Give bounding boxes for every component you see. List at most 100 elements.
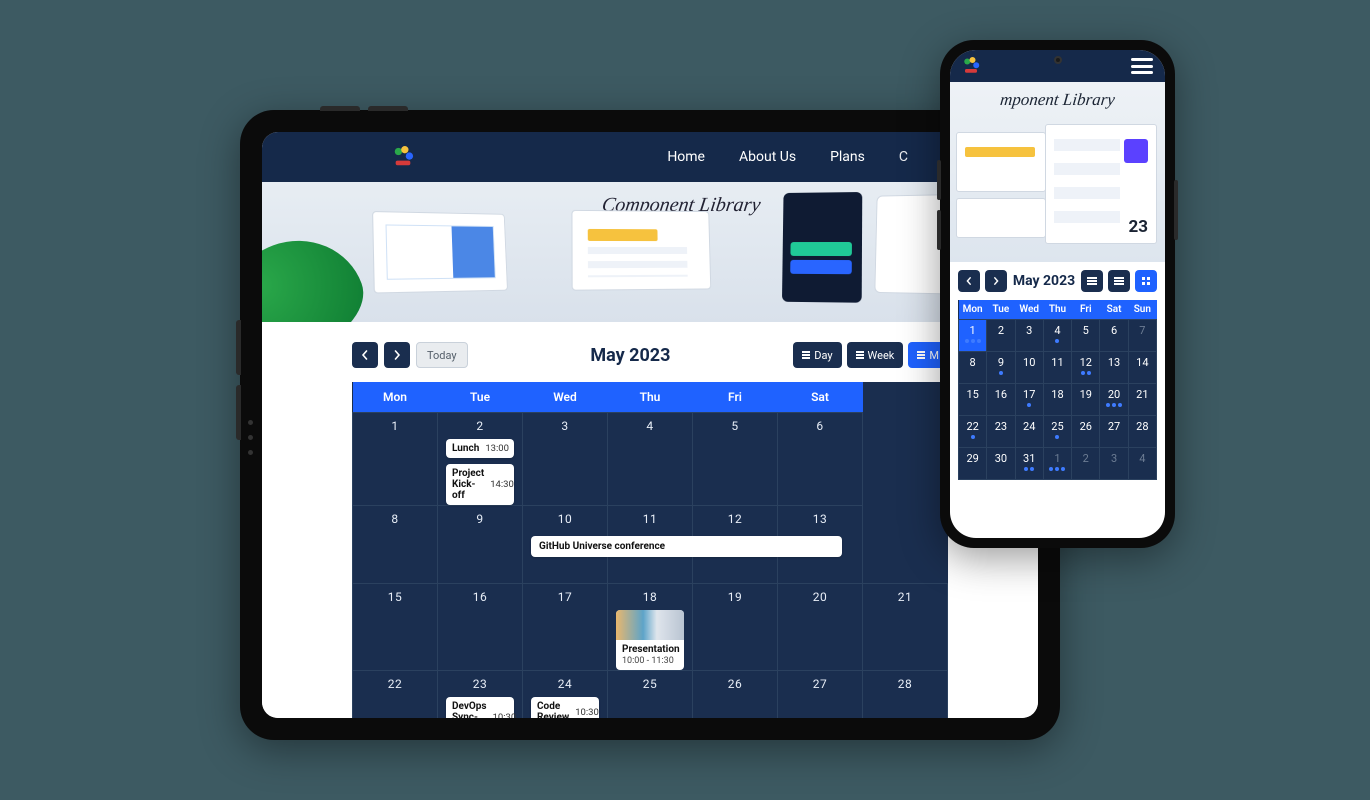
event-devops[interactable]: DevOps Sync-Up10:30 (446, 697, 514, 718)
mini-day-cell[interactable]: 20 (1100, 384, 1128, 416)
mini-day-cell[interactable]: 29 (959, 448, 987, 480)
mini-day-cell[interactable]: 15 (959, 384, 987, 416)
day-cell[interactable]: 17 (523, 584, 608, 671)
day-cell[interactable]: 28 (863, 671, 948, 719)
mini-day-cell[interactable]: 13 (1100, 352, 1128, 384)
day-cell[interactable]: 18 Presentation10:00 - 11:30 (608, 584, 693, 671)
mini-day-cell[interactable]: 9 (987, 352, 1015, 384)
event-thumbnail (616, 610, 684, 640)
event-lunch[interactable]: Lunch13:00 (446, 439, 514, 458)
nav-cutoff[interactable]: C (899, 149, 908, 165)
prev-month-button[interactable] (958, 270, 980, 292)
mini-day-cell[interactable]: 24 (1015, 416, 1043, 448)
mini-day-cell[interactable]: 21 (1128, 384, 1156, 416)
day-cell[interactable]: 9 (438, 506, 523, 584)
event-dots (1016, 467, 1043, 473)
mini-day-cell[interactable]: 25 (1043, 416, 1071, 448)
event-dots (1044, 467, 1071, 473)
view-switcher: Day Week M (793, 342, 948, 368)
next-month-button[interactable] (985, 270, 1007, 292)
mini-day-cell[interactable]: 3 (1015, 320, 1043, 352)
view-list-button[interactable] (1081, 270, 1103, 292)
day-cell[interactable]: 6 (778, 413, 863, 506)
view-agenda-button[interactable] (1108, 270, 1130, 292)
mobile-hero: mponent Library 23 (950, 82, 1165, 262)
nav-home[interactable]: Home (667, 149, 705, 165)
mini-day-cell[interactable]: 18 (1043, 384, 1071, 416)
day-cell[interactable]: 23 DevOps Sync-Up10:30 (438, 671, 523, 719)
mini-day-cell[interactable]: 1 (1043, 448, 1071, 480)
mini-day-cell[interactable]: 27 (1100, 416, 1128, 448)
day-cell[interactable]: 24 Code Review10:30 Usability Testing16:… (523, 671, 608, 719)
mini-day-cell[interactable]: 2 (987, 320, 1015, 352)
brand-logo (392, 146, 414, 168)
mini-day-cell[interactable]: 28 (1128, 416, 1156, 448)
day-cell[interactable]: 1 (353, 413, 438, 506)
phone-camera-dot (1054, 56, 1062, 64)
day-cell[interactable]: 27 (778, 671, 863, 719)
day-cell[interactable]: 10 GitHub Universe conference (523, 506, 608, 584)
day-cell[interactable]: 16 (438, 584, 523, 671)
calendar-toolbar: Today May 2023 Day Week M (352, 342, 948, 368)
event-dots (1072, 371, 1099, 377)
event-dots (959, 435, 986, 441)
mini-day-cell[interactable]: 1 (959, 320, 987, 352)
mini-day-cell[interactable]: 16 (987, 384, 1015, 416)
mini-day-cell[interactable]: 4 (1128, 448, 1156, 480)
mini-day-cell[interactable]: 3 (1100, 448, 1128, 480)
nav-about[interactable]: About Us (739, 149, 796, 165)
day-cell[interactable]: 5 (693, 413, 778, 506)
event-dots (987, 371, 1014, 377)
day-cell[interactable]: 25 (608, 671, 693, 719)
mini-day-cell[interactable]: 14 (1128, 352, 1156, 384)
mini-day-cell[interactable]: 12 (1072, 352, 1100, 384)
day-cell[interactable]: 13 (778, 506, 863, 584)
mobile-calendar: May 2023 MonTueWedThuFriSatSun 123456789… (950, 262, 1165, 490)
event-project-kickoff[interactable]: Project Kick-off14:30 (446, 464, 514, 505)
mini-day-cell[interactable]: 19 (1072, 384, 1100, 416)
col-mon: Mon (353, 382, 438, 413)
brand-logo (962, 57, 980, 75)
event-code-review[interactable]: Code Review10:30 (531, 697, 599, 718)
day-cell[interactable]: 19 (693, 584, 778, 671)
mini-day-cell[interactable]: 5 (1072, 320, 1100, 352)
view-grid-button[interactable] (1135, 270, 1157, 292)
mobile-calendar-grid: MonTueWedThuFriSatSun 123456789101112131… (958, 300, 1157, 480)
view-day-button[interactable]: Day (793, 342, 841, 368)
mini-day-cell[interactable]: 6 (1100, 320, 1128, 352)
next-month-button[interactable] (384, 342, 410, 368)
mini-day-cell[interactable]: 4 (1043, 320, 1071, 352)
day-cell[interactable]: 26 (693, 671, 778, 719)
day-cell[interactable]: 8 (353, 506, 438, 584)
today-button[interactable]: Today (416, 342, 468, 368)
mini-day-cell[interactable]: 23 (987, 416, 1015, 448)
nav-plans[interactable]: Plans (830, 149, 865, 165)
mini-day-cell[interactable]: 11 (1043, 352, 1071, 384)
mini-day-cell[interactable]: 26 (1072, 416, 1100, 448)
phone-device-frame: mponent Library 23 May 2023 MonTueWedThu… (940, 40, 1175, 548)
col-tue: Tue (438, 382, 523, 413)
view-week-button[interactable]: Week (847, 342, 904, 368)
event-presentation[interactable]: Presentation10:00 - 11:30 (616, 610, 684, 670)
tablet-device-frame: Home About Us Plans C Component Library … (240, 110, 1060, 740)
mini-day-cell[interactable]: 10 (1015, 352, 1043, 384)
day-cell[interactable]: 20 (778, 584, 863, 671)
mini-day-cell[interactable]: 22 (959, 416, 987, 448)
day-cell[interactable]: 4 (608, 413, 693, 506)
day-cell[interactable]: 15 (353, 584, 438, 671)
prev-month-button[interactable] (352, 342, 378, 368)
mini-day-cell[interactable]: 7 (1128, 320, 1156, 352)
day-cell[interactable]: 3 (523, 413, 608, 506)
day-cell[interactable]: 21 (863, 584, 948, 671)
mini-day-cell[interactable]: 8 (959, 352, 987, 384)
top-nav: Home About Us Plans C (667, 149, 908, 165)
mini-day-cell[interactable]: 17 (1015, 384, 1043, 416)
day-cell[interactable]: 2 Lunch13:00 Project Kick-off14:30 (438, 413, 523, 506)
day-cell[interactable]: 11 (608, 506, 693, 584)
mini-day-cell[interactable]: 2 (1072, 448, 1100, 480)
day-cell[interactable]: 22 (353, 671, 438, 719)
hamburger-menu-icon[interactable] (1131, 58, 1153, 74)
mini-day-cell[interactable]: 30 (987, 448, 1015, 480)
mini-day-cell[interactable]: 31 (1015, 448, 1043, 480)
day-cell[interactable]: 12 (693, 506, 778, 584)
